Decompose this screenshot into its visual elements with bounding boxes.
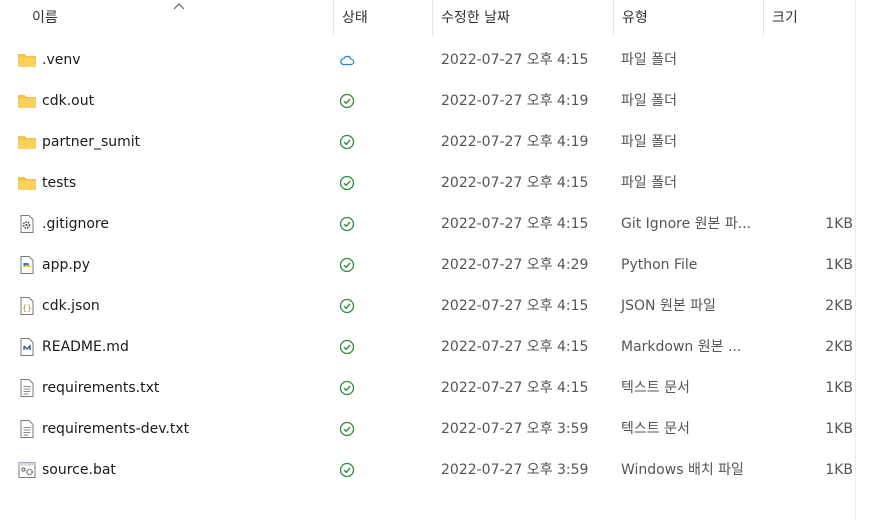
file-type: JSON 원본 파일: [621, 298, 716, 314]
file-size: 1KB: [825, 216, 853, 232]
synced-check-icon: [339, 380, 355, 396]
sort-ascending-icon: [173, 3, 185, 10]
file-date-modified: 2022-07-27 오후 4:15: [441, 380, 589, 396]
file-date-modified: 2022-07-27 오후 4:15: [441, 298, 589, 314]
folder-icon: [17, 173, 37, 193]
file-size: 1KB: [825, 421, 853, 437]
python-file-icon: [17, 255, 37, 275]
file-date-modified: 2022-07-27 오후 4:29: [441, 257, 589, 273]
column-header: 이름 상태 수정한 날짜 유형 크기: [0, 0, 855, 36]
synced-check-icon: [339, 93, 355, 109]
synced-check-icon: [339, 298, 355, 314]
column-header-size[interactable]: 크기: [772, 0, 798, 36]
file-type: 파일 폴더: [621, 175, 677, 191]
file-row[interactable]: requirements.txt 2022-07-27 오후 4:15 텍스트 …: [0, 368, 855, 409]
file-name[interactable]: app.py: [42, 245, 90, 286]
file-row[interactable]: source.bat 2022-07-27 오후 3:59 Windows 배치…: [0, 450, 855, 491]
file-row[interactable]: partner_sumit 2022-07-27 오후 4:19 파일 폴더: [0, 122, 855, 163]
file-name[interactable]: source.bat: [42, 450, 116, 491]
text-file-icon: [17, 419, 37, 439]
synced-check-icon: [339, 339, 355, 355]
file-type: 텍스트 문서: [621, 421, 690, 437]
batch-file-icon: [17, 460, 37, 480]
file-name[interactable]: tests: [42, 163, 76, 204]
column-header-date[interactable]: 수정한 날짜: [441, 0, 510, 36]
svg-text:{}: {}: [22, 304, 32, 313]
file-date-modified: 2022-07-27 오후 4:15: [441, 52, 589, 68]
column-header-status[interactable]: 상태: [342, 0, 368, 36]
markdown-file-icon: [17, 337, 37, 357]
file-row[interactable]: requirements-dev.txt 2022-07-27 오후 3:59 …: [0, 409, 855, 450]
synced-check-icon: [339, 421, 355, 437]
file-type: 파일 폴더: [621, 52, 677, 68]
column-divider[interactable]: [432, 0, 433, 36]
file-name[interactable]: partner_sumit: [42, 122, 140, 163]
file-type: Python File: [621, 257, 698, 273]
column-divider[interactable]: [333, 0, 334, 36]
file-size: 2KB: [825, 298, 853, 314]
file-date-modified: 2022-07-27 오후 3:59: [441, 462, 589, 478]
column-divider[interactable]: [613, 0, 614, 36]
file-size: 2KB: [825, 339, 853, 355]
file-row[interactable]: README.md 2022-07-27 오후 4:15 Markdown 원본…: [0, 327, 855, 368]
file-type: 파일 폴더: [621, 93, 677, 109]
file-list: .venv 2022-07-27 오후 4:15 파일 폴더 cdk.out 2…: [0, 40, 855, 491]
file-row[interactable]: .venv 2022-07-27 오후 4:15 파일 폴더: [0, 40, 855, 81]
file-type: 파일 폴더: [621, 134, 677, 150]
file-name[interactable]: .gitignore: [42, 204, 109, 245]
file-date-modified: 2022-07-27 오후 4:15: [441, 339, 589, 355]
gear-file-icon: [17, 214, 37, 234]
column-header-name[interactable]: 이름: [32, 0, 58, 36]
list-right-edge: [855, 0, 856, 520]
text-file-icon: [17, 378, 37, 398]
file-name[interactable]: README.md: [42, 327, 129, 368]
folder-icon: [17, 132, 37, 152]
file-date-modified: 2022-07-27 오후 3:59: [441, 421, 589, 437]
synced-check-icon: [339, 175, 355, 191]
file-type: 텍스트 문서: [621, 380, 690, 396]
file-type: Windows 배치 파일: [621, 462, 744, 478]
file-row[interactable]: cdk.out 2022-07-27 오후 4:19 파일 폴더: [0, 81, 855, 122]
file-type: Markdown 원본 ...: [621, 339, 742, 355]
file-name[interactable]: cdk.json: [42, 286, 100, 327]
file-row[interactable]: tests 2022-07-27 오후 4:15 파일 폴더: [0, 163, 855, 204]
synced-check-icon: [339, 134, 355, 150]
synced-check-icon: [339, 257, 355, 273]
file-size: 1KB: [825, 257, 853, 273]
file-row[interactable]: app.py 2022-07-27 오후 4:29 Python File 1K…: [0, 245, 855, 286]
synced-check-icon: [339, 462, 355, 478]
file-size: 1KB: [825, 462, 853, 478]
file-date-modified: 2022-07-27 오후 4:19: [441, 134, 589, 150]
file-name[interactable]: requirements.txt: [42, 368, 159, 409]
column-header-type[interactable]: 유형: [622, 0, 648, 36]
file-size: 1KB: [825, 380, 853, 396]
file-date-modified: 2022-07-27 오후 4:15: [441, 216, 589, 232]
file-name[interactable]: requirements-dev.txt: [42, 409, 189, 450]
file-row[interactable]: {} cdk.json 2022-07-27 오후 4:15 JSON 원본 파…: [0, 286, 855, 327]
json-file-icon: {}: [17, 296, 37, 316]
file-name[interactable]: cdk.out: [42, 81, 94, 122]
synced-check-icon: [339, 216, 355, 232]
file-date-modified: 2022-07-27 오후 4:19: [441, 93, 589, 109]
file-name[interactable]: .venv: [42, 40, 81, 81]
column-divider[interactable]: [763, 0, 764, 36]
file-type: Git Ignore 원본 파...: [621, 216, 752, 232]
folder-icon: [17, 91, 37, 111]
cloud-icon: [339, 52, 355, 68]
file-date-modified: 2022-07-27 오후 4:15: [441, 175, 589, 191]
folder-icon: [17, 50, 37, 70]
file-row[interactable]: .gitignore 2022-07-27 오후 4:15 Git Ignore…: [0, 204, 855, 245]
